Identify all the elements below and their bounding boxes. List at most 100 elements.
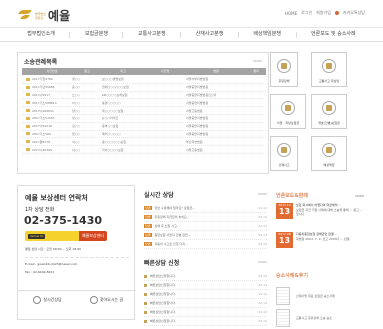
- table-cell: KB○○○○손해보험: [102, 92, 128, 97]
- contact-title: 예율 보상센터 연락처: [25, 194, 88, 202]
- kakao-icon: [334, 11, 339, 15]
- bullet-icon: [144, 310, 147, 314]
- list-item-date: 02.14: [258, 274, 267, 278]
- table-cell: 서울중앙지방법원인신과: [186, 92, 217, 97]
- table-cell: 양○○: [72, 108, 80, 113]
- table-cell: 정○○: [72, 77, 80, 82]
- list-item[interactable]: 답변 자동차 사고로 인한 다리... 02.14: [144, 240, 267, 249]
- signup-link[interactable]: 회원가입: [316, 10, 331, 16]
- table-cell: 부산지방법원: [186, 139, 203, 144]
- quick-care[interactable]: 개호(간병)보험금: [311, 94, 347, 129]
- table-cell: 보○○○생명보험: [102, 77, 124, 82]
- contact-sub: 1차 상담 전화: [25, 207, 55, 213]
- care-icon: [322, 101, 336, 115]
- realtime-more[interactable]: MORE: [258, 192, 267, 196]
- main-nav: 법무법인소개 보험금분쟁 교통사고분쟁 산재사고분쟁 배상책임분쟁 언론보도 및…: [0, 28, 383, 42]
- nav-item-traffic[interactable]: 교통사고분쟁: [138, 28, 166, 41]
- chat-icon: [33, 295, 42, 304]
- table-row[interactable]: 2017나50216 김○○ 동부○○보험 서울중앙지방법원: [22, 123, 266, 131]
- table-row[interactable]: 2017가단50685 윤○○ 현대○○○○○○보험 서울중앙지방법원: [22, 84, 266, 92]
- table-cell: 김○○: [72, 124, 80, 129]
- kakao-button[interactable]: Yellow ID 예율보상센터: [25, 231, 107, 241]
- case-list-title: 소송관례목록: [24, 59, 58, 66]
- table-row[interactable]: 2017원8178 서○○ 동○○○○○○보험 부산지방법원: [22, 138, 266, 147]
- list-item-date: 02.14: [258, 310, 267, 314]
- quick-industrial[interactable]: 산재사고: [270, 136, 298, 171]
- case-item[interactable]: 산재사망 대표 보험금 승소사례: [276, 285, 366, 307]
- list-item[interactable]: 답변 후유장해 지급금이 늦어요.. 02.14: [144, 213, 267, 222]
- table-row[interactable]: 2017나40369 이○○ 라이○○○○보험 서울고등법원: [22, 146, 266, 154]
- list-item[interactable]: 빠른상담신청합니다. 02.14: [144, 281, 267, 290]
- list-item-date: 02.14: [258, 283, 267, 287]
- bullet-icon: [144, 274, 147, 278]
- quick-traffic[interactable]: 교통사고 무상담: [311, 52, 347, 87]
- answer-badge: 답변: [144, 233, 152, 237]
- table-cell: 노○○: [72, 92, 80, 97]
- quick-death[interactable]: 사망 · 자상보험금: [270, 94, 306, 129]
- realtime-consult-button[interactable]: 실시간상담: [18, 291, 77, 308]
- table-cell: 서울중앙지방법원: [186, 100, 209, 105]
- folder-icon: [26, 85, 30, 89]
- liability-icon: [322, 143, 336, 157]
- list-item[interactable]: 빠른상담신청합니다. 02.14: [144, 272, 267, 281]
- table-row[interactable]: 2017가소569 임○○ 메리○○○○○ 서울중앙지방법원: [22, 131, 266, 139]
- table-row[interactable]: 2017가합4789 정○○ 보○○○생명보험 서울서부지방법원: [22, 76, 266, 84]
- factory-icon: [277, 143, 291, 157]
- list-item-text: 자동차 사고로 인한 다리...: [154, 242, 188, 246]
- list-item[interactable]: 빠른상담신청합니다. 02.14: [144, 308, 267, 317]
- nav-item-intro[interactable]: 법무법인소개: [27, 28, 55, 41]
- list-item[interactable]: 빠른상담신청합니다. 02.14: [144, 290, 267, 299]
- table-cell: 동부○○보험: [102, 124, 119, 129]
- yellow-id-badge: Yellow ID: [28, 233, 46, 239]
- list-item[interactable]: 빠른상담신청합니다. 02.14: [144, 299, 267, 308]
- folder-icon: [26, 93, 30, 97]
- nav-item-press[interactable]: 언론보도 및 승소사례: [311, 28, 356, 41]
- table-row[interactable]: 2017나406841 양○○ 제○○○○○보험 서울고등법원: [22, 107, 266, 115]
- case-item[interactable]: 교통사고 후유장해 소송 승소: [276, 307, 366, 329]
- nav-item-industrial[interactable]: 산재사고분쟁: [196, 28, 224, 41]
- table-cell: 서울중앙지방법원: [186, 116, 209, 121]
- contact-phone[interactable]: 02-375-1430: [24, 214, 102, 227]
- folder-icon: [26, 124, 30, 128]
- list-item-date: 02.14: [258, 224, 267, 228]
- quick-liability[interactable]: 배상책임: [311, 136, 347, 171]
- list-item[interactable]: 빠른상담신청합니다. 02.14: [144, 317, 267, 326]
- home-link[interactable]: HOME: [285, 11, 297, 16]
- directions-button[interactable]: 찾아오시는 길: [77, 291, 136, 308]
- login-link[interactable]: 로그인: [301, 10, 312, 16]
- list-item[interactable]: 답변 상해 후 신청 사고... 02.14: [144, 222, 267, 231]
- cases-more[interactable]: MORE: [355, 194, 364, 198]
- list-item-date: 02.14: [258, 206, 267, 210]
- contact-fax: Fax : 02-6442-8221: [25, 270, 55, 274]
- logo-text: 예율: [48, 9, 71, 23]
- table-cell: 서울중앙지방법원: [186, 85, 209, 90]
- answer-badge: 답변: [144, 224, 152, 228]
- top-links: HOME 로그인 회원가입 카카오톡상담: [285, 10, 365, 16]
- list-item-text: 빠른상담신청합니다.: [150, 283, 176, 287]
- case-list-more[interactable]: MORE: [253, 59, 262, 63]
- list-item[interactable]: 답변 한번 수령해야 될까요? 보험금... 02.14: [144, 204, 267, 213]
- folder-icon: [26, 101, 30, 105]
- table-row[interactable]: 2017나5917 노○○ KB○○○○손해보험 서울중앙지방법원인신과: [22, 92, 266, 100]
- fast-more[interactable]: MORE: [258, 260, 267, 264]
- quick-disability[interactable]: 후유장해: [270, 52, 298, 87]
- list-item[interactable]: 답변 종합보험 사망자 간병 관련... 02.14: [144, 231, 267, 240]
- folder-icon: [26, 148, 30, 152]
- table-row[interactable]: 2017가소51003 정○○ 뉴○○라이프 서울중앙지방법원: [22, 115, 266, 123]
- logo[interactable]: 법무법인 위청산 예율: [17, 7, 70, 24]
- header: 법무법인 위청산 예율 HOME 로그인 회원가입 카카오톡상담: [0, 0, 383, 28]
- death-icon: [281, 101, 295, 115]
- nav-item-insurance[interactable]: 보험금분쟁: [85, 28, 108, 41]
- realtime-title: 실시간 상담: [144, 192, 174, 199]
- fast-title: 빠른상담 신청: [144, 260, 180, 267]
- bullet-icon: [144, 292, 147, 296]
- list-item-text: 빠른상담신청합니다.: [150, 319, 176, 323]
- table-cell: 정○○: [72, 116, 80, 121]
- nav-item-liability[interactable]: 배상책임분쟁: [253, 28, 281, 41]
- table-row[interactable]: 2017가소568814 이○○ 동양○○○○○ 서울중앙지방법원: [22, 99, 266, 108]
- news-item[interactable]: 2017.08 13 자동차종합보험 장해관련 판결... 대법원 2004. 7.…: [276, 232, 366, 256]
- table-cell: 동양○○○○○: [102, 100, 121, 105]
- kakao-link[interactable]: 카카오톡상담: [343, 10, 365, 16]
- news-item[interactable]: 2017.10 13 보험 회사에서 어렵다며 약관해석... 보험금 지급 거절 …: [276, 203, 366, 227]
- table-cell: 2017가소568814: [32, 100, 57, 105]
